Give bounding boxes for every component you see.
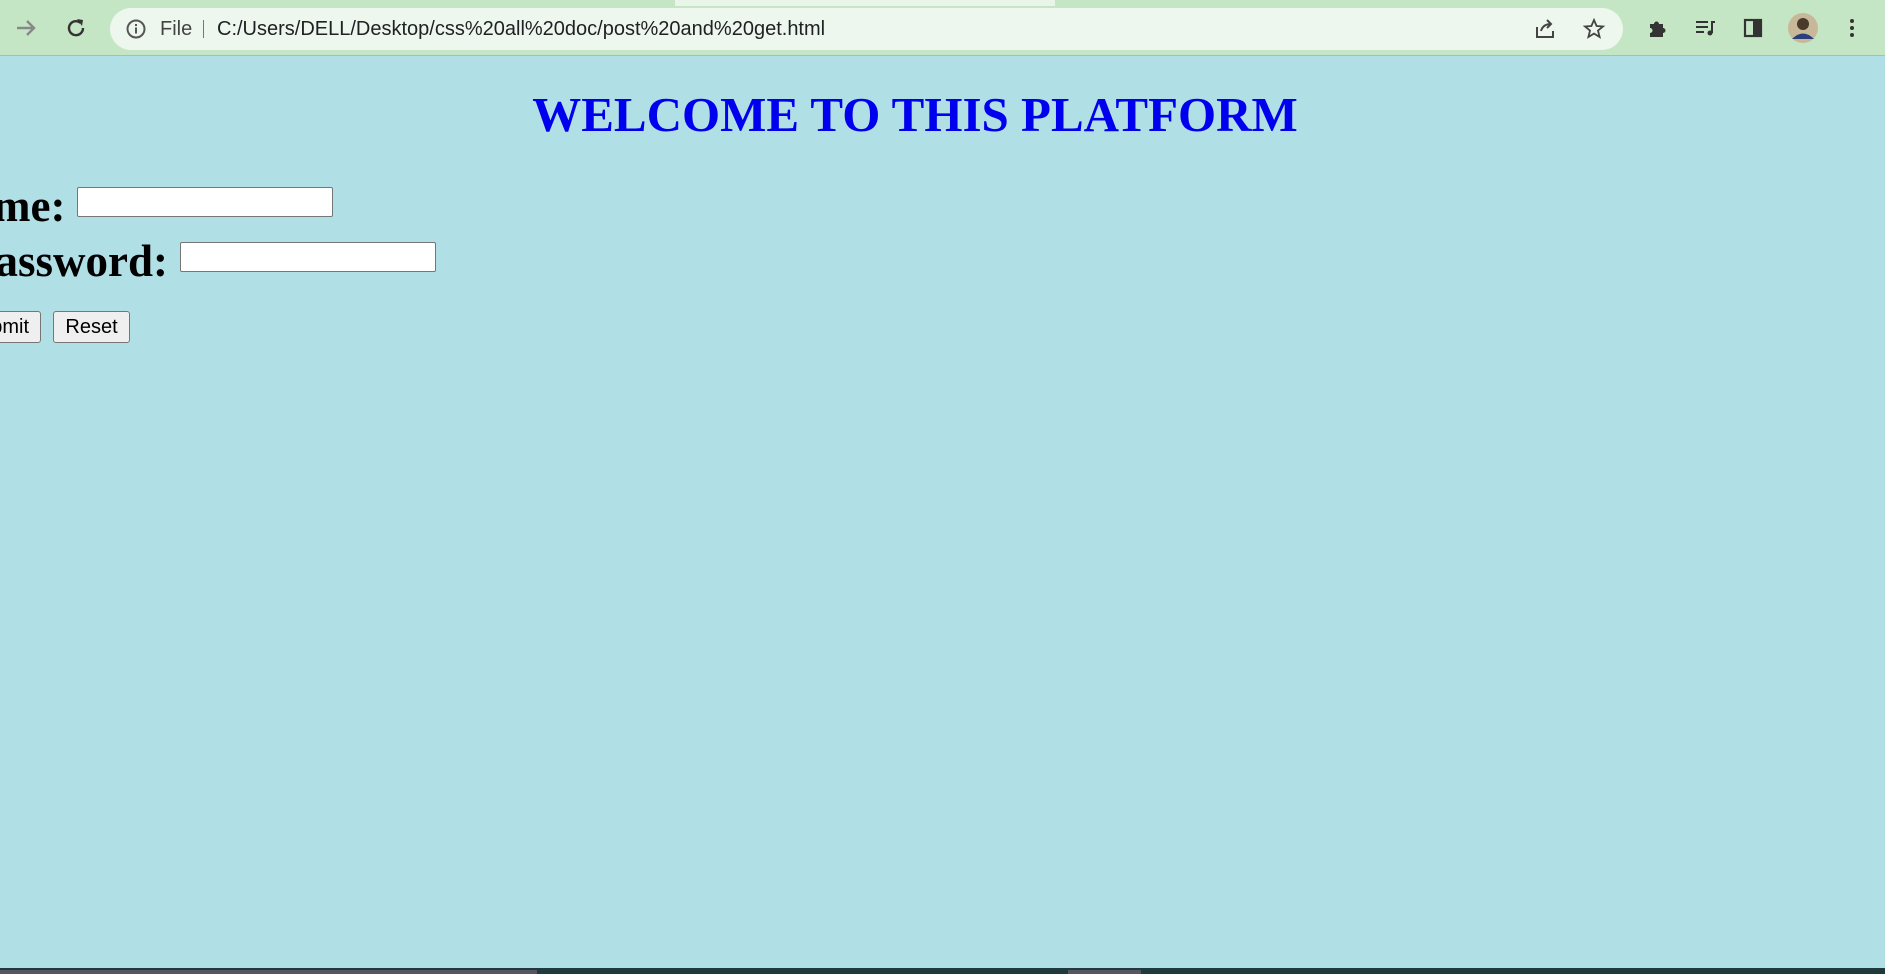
site-info-label: File (160, 18, 193, 40)
name-input[interactable] (77, 187, 334, 217)
url-text[interactable]: C:/Users/DELL/Desktop/css%20all%20doc/po… (217, 8, 825, 50)
taskbar-segment (1068, 970, 1141, 974)
name-field-row: Name: (0, 180, 334, 232)
active-tab-indicator (675, 0, 1055, 6)
submit-button[interactable]: Submit (0, 311, 41, 343)
share-icon[interactable] (1532, 16, 1558, 42)
bottom-strip (0, 968, 1885, 974)
star-icon[interactable] (1581, 16, 1607, 42)
media-icon[interactable] (1691, 14, 1719, 42)
reset-button[interactable]: Reset (53, 311, 130, 343)
avatar[interactable] (1787, 12, 1819, 44)
address-bar[interactable]: File C:/Users/DELL/Desktop/css%20all%20d… (110, 8, 1623, 50)
forward-icon[interactable] (10, 14, 42, 42)
browser-toolbar: File C:/Users/DELL/Desktop/css%20all%20d… (0, 0, 1885, 56)
separator (203, 20, 204, 38)
password-label: Password: (0, 236, 168, 286)
info-icon[interactable] (124, 17, 148, 41)
extensions-icon[interactable] (1643, 14, 1671, 42)
taskbar-segment (0, 970, 537, 974)
reload-icon[interactable] (60, 14, 92, 42)
kebab-menu-icon[interactable] (1838, 14, 1866, 42)
side-panel-icon[interactable] (1739, 14, 1767, 42)
password-field-row: Password: (0, 235, 436, 287)
page-heading: WELCOME TO THIS PLATFORM (532, 87, 1298, 142)
password-input[interactable] (180, 242, 436, 272)
name-label: Name: (0, 181, 66, 231)
